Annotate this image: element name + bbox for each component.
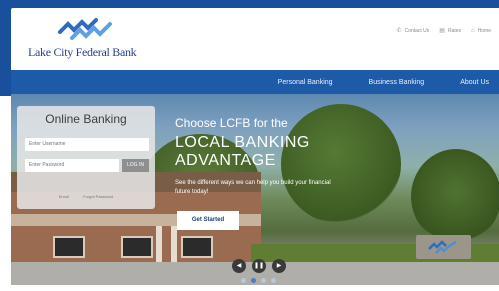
bank-logo[interactable]: Lake City Federal Bank [28,18,158,62]
main-nav-bar: Personal Banking Business Banking About … [11,70,499,94]
hero-photo-tree [411,149,499,244]
login-title: Online Banking [45,112,127,126]
hero-photo-window [53,236,85,258]
carousel-dot[interactable] [261,278,266,283]
browser-viewport: Lake City Federal Bank ✆ Contact Us ▤ Ra… [0,0,499,291]
nav-personal-banking[interactable]: Personal Banking [278,79,333,86]
utility-link-label: Rates [447,27,462,34]
utility-link-contact[interactable]: ✆ Contact Us [396,27,430,35]
hero-headline-line: ADVANTAGE [175,152,276,169]
enroll-link[interactable]: Enroll [59,194,69,199]
hero-photo-column [171,226,177,264]
get-started-button[interactable]: Get Started [177,211,239,230]
hero-headline-line: LOCAL BANKING [175,134,310,151]
hero-photo-window [181,236,213,258]
logo-mark-icon [58,18,112,40]
forgot-password-link[interactable]: Forgot Password [83,194,113,199]
logo-text: Lake City Federal Bank [28,45,137,59]
nav-about-us[interactable]: About Us [460,79,489,86]
login-links: Enroll Forgot Password [17,194,155,199]
password-input[interactable] [25,159,119,172]
username-input[interactable] [25,138,149,151]
hero-headline: Choose LCFB for the LOCAL BANKING ADVANT… [175,116,310,170]
hero-photo-sign [416,235,471,259]
utility-links: ✆ Contact Us ▤ Rates ⌂ Home [396,27,491,35]
carousel-dot[interactable] [271,278,276,283]
site-header: Lake City Federal Bank ✆ Contact Us ▤ Ra… [11,8,499,70]
online-banking-login: Online Banking LOG IN Enroll Forgot Pass… [17,106,155,209]
hero-photo-column [156,226,162,264]
carousel-next-icon[interactable]: ▶ [272,259,286,273]
utility-link-home[interactable]: ⌂ Home [471,27,491,34]
carousel-prev-icon[interactable]: ◀ [232,259,246,273]
utility-link-label: Contact Us [404,27,430,34]
hero-banner: Online Banking LOG IN Enroll Forgot Pass… [11,94,499,285]
nav-business-banking[interactable]: Business Banking [369,79,425,86]
hero-subtext: See the different ways we can help you b… [175,180,331,195]
rates-icon: ▤ [439,28,445,34]
carousel-dot[interactable] [241,278,246,283]
carousel-pause-icon[interactable]: ❚❚ [252,259,266,273]
home-icon: ⌂ [471,27,475,34]
main-nav: Personal Banking Business Banking About … [278,70,489,94]
carousel-dots [241,278,276,283]
hero-headline-line: Choose LCFB for the [175,116,288,130]
hero-photo-window [121,236,153,258]
login-button[interactable]: LOG IN [122,159,149,172]
utility-link-label: Home [477,27,491,34]
utility-link-rates[interactable]: ▤ Rates [439,27,462,35]
carousel-controls: ◀ ❚❚ ▶ [232,259,286,273]
carousel-dot[interactable] [251,278,256,283]
sign-logo-icon [428,240,457,254]
phone-icon: ✆ [396,28,402,34]
